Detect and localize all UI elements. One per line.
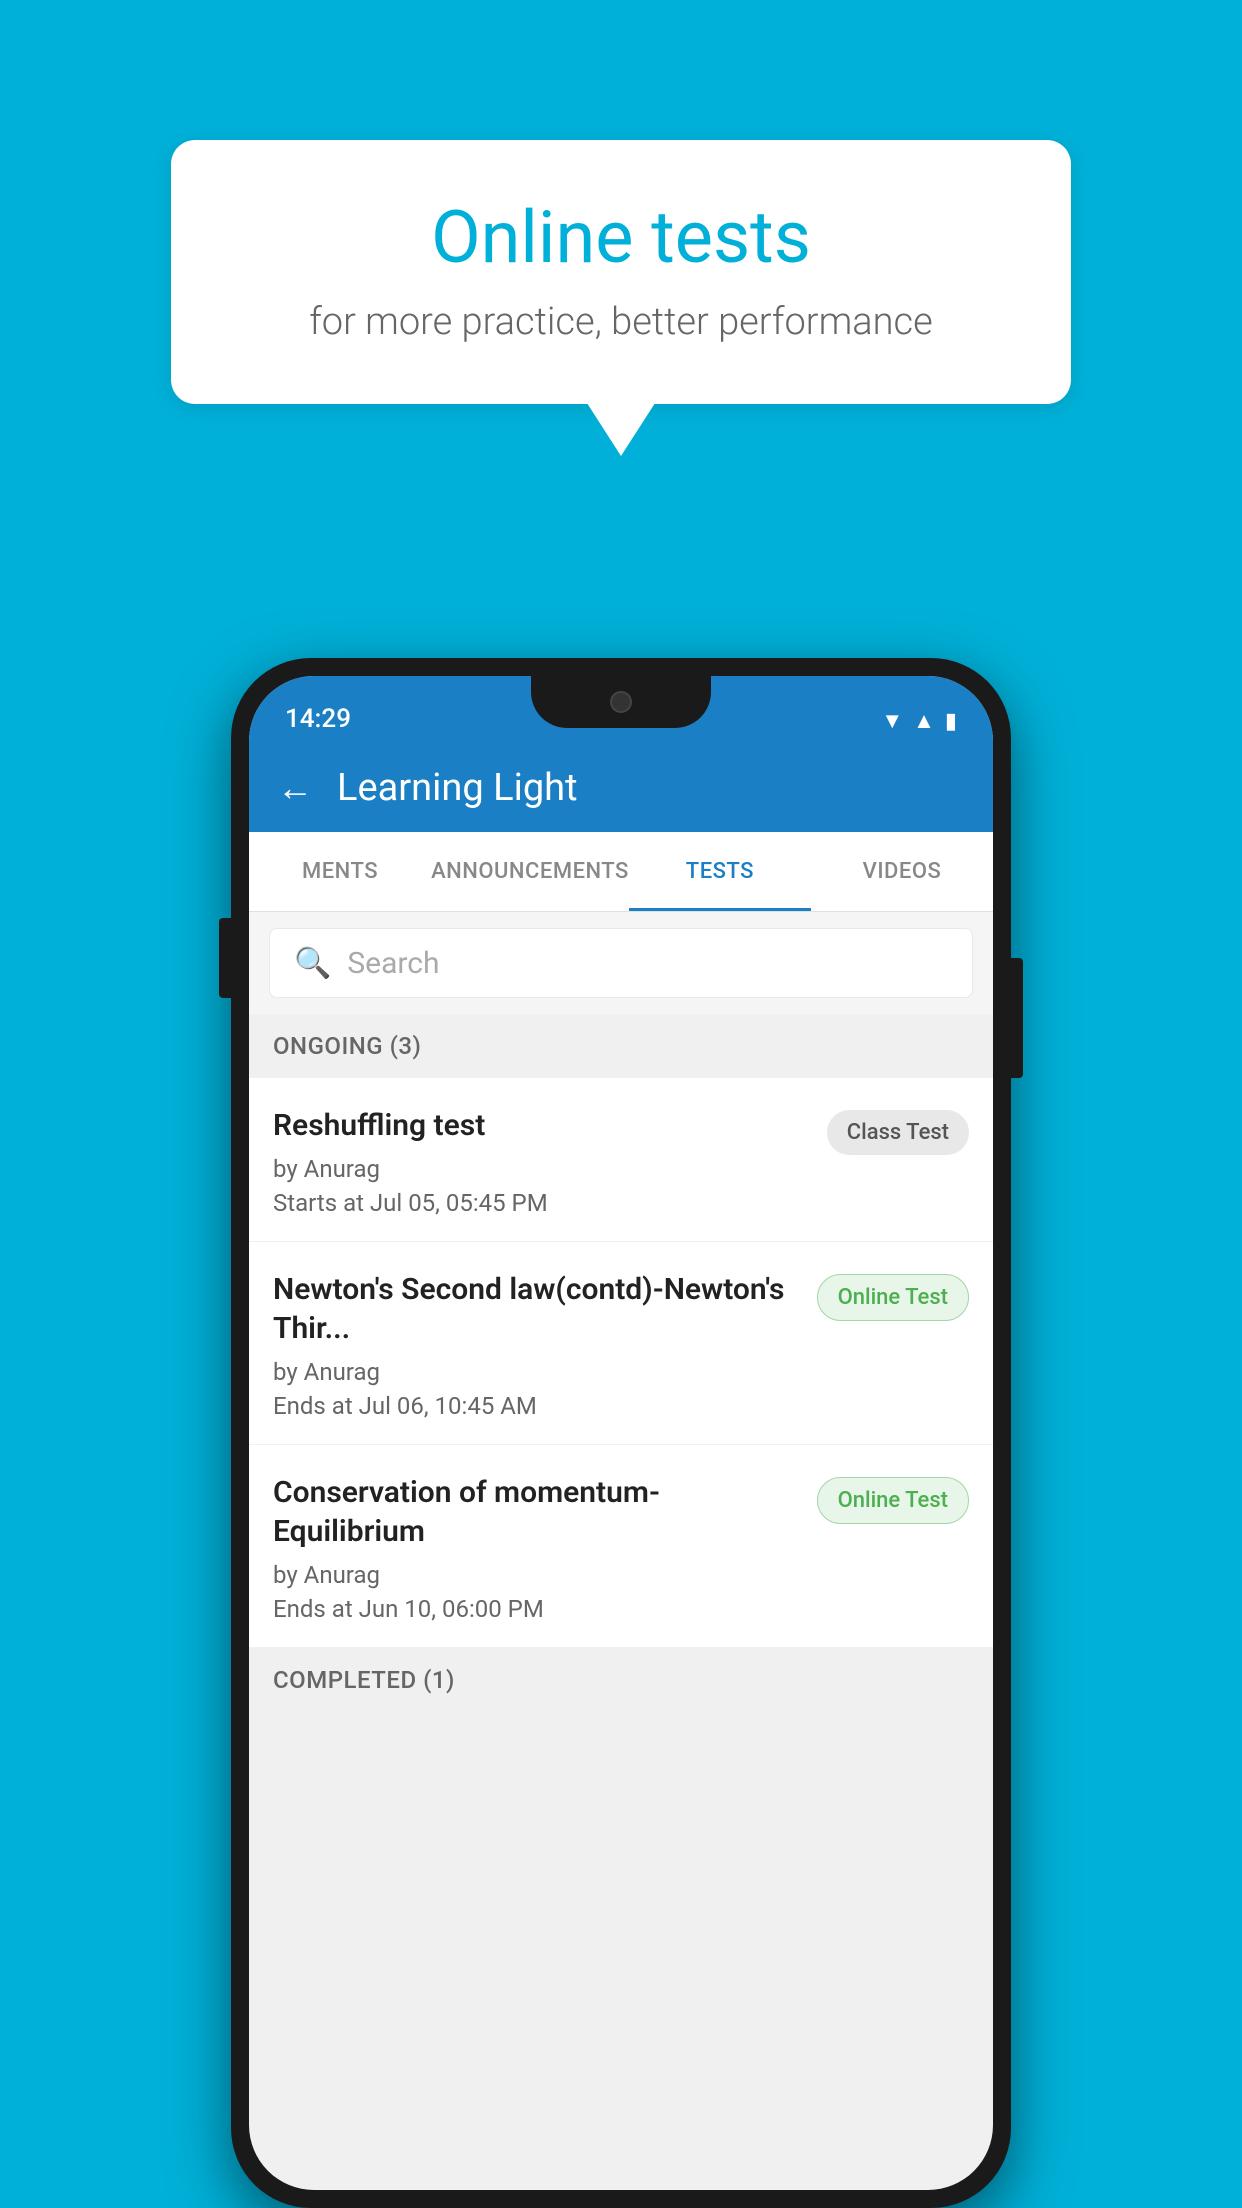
wifi-icon: ▼ <box>881 708 903 734</box>
search-icon: 🔍 <box>294 946 331 981</box>
bubble-title: Online tests <box>241 195 1001 280</box>
phone-screen: 14:29 ▼ ▲ ▮ ← Learning Light MENTS ANNOU… <box>249 676 993 2190</box>
completed-section-header: COMPLETED (1) <box>249 1648 993 1712</box>
test-item-newtons[interactable]: Newton's Second law(contd)-Newton's Thir… <box>249 1242 993 1445</box>
test-title-reshuffling: Reshuffling test <box>273 1106 811 1145</box>
tab-videos[interactable]: VIDEOS <box>811 832 993 911</box>
speech-bubble-container: Online tests for more practice, better p… <box>171 140 1071 404</box>
test-item-conservation[interactable]: Conservation of momentum-Equilibrium by … <box>249 1445 993 1648</box>
test-date-reshuffling: Starts at Jul 05, 05:45 PM <box>273 1189 811 1217</box>
test-title-newtons: Newton's Second law(contd)-Newton's Thir… <box>273 1270 801 1348</box>
search-container: 🔍 Search <box>249 912 993 1014</box>
test-author-conservation: by Anurag <box>273 1561 801 1589</box>
status-time: 14:29 <box>285 704 351 734</box>
test-title-conservation: Conservation of momentum-Equilibrium <box>273 1473 801 1551</box>
search-placeholder: Search <box>347 946 439 981</box>
battery-icon: ▮ <box>945 709 957 734</box>
camera-dot <box>610 691 632 713</box>
search-bar[interactable]: 🔍 Search <box>269 928 973 998</box>
test-badge-reshuffling: Class Test <box>827 1110 969 1155</box>
test-badge-newtons: Online Test <box>817 1274 969 1321</box>
ongoing-section-header: ONGOING (3) <box>249 1014 993 1078</box>
test-info-reshuffling: Reshuffling test by Anurag Starts at Jul… <box>273 1106 811 1217</box>
test-date-conservation: Ends at Jun 10, 06:00 PM <box>273 1595 801 1623</box>
test-info-newtons: Newton's Second law(contd)-Newton's Thir… <box>273 1270 801 1420</box>
phone-wrapper: 14:29 ▼ ▲ ▮ ← Learning Light MENTS ANNOU… <box>231 658 1011 2208</box>
test-item-reshuffling[interactable]: Reshuffling test by Anurag Starts at Jul… <box>249 1078 993 1242</box>
test-list: Reshuffling test by Anurag Starts at Jul… <box>249 1078 993 1648</box>
phone-notch <box>531 676 711 728</box>
test-badge-conservation: Online Test <box>817 1477 969 1524</box>
tab-ments[interactable]: MENTS <box>249 832 431 911</box>
app-header: ← Learning Light <box>249 744 993 832</box>
test-date-newtons: Ends at Jul 06, 10:45 AM <box>273 1392 801 1420</box>
phone-outer: 14:29 ▼ ▲ ▮ ← Learning Light MENTS ANNOU… <box>231 658 1011 2208</box>
bubble-subtitle: for more practice, better performance <box>241 300 1001 344</box>
tabs-container: MENTS ANNOUNCEMENTS TESTS VIDEOS <box>249 832 993 912</box>
tab-tests[interactable]: TESTS <box>629 832 811 911</box>
test-author-reshuffling: by Anurag <box>273 1155 811 1183</box>
app-title: Learning Light <box>337 766 578 810</box>
test-info-conservation: Conservation of momentum-Equilibrium by … <box>273 1473 801 1623</box>
status-icons: ▼ ▲ ▮ <box>881 708 957 734</box>
back-button[interactable]: ← <box>277 767 313 809</box>
test-author-newtons: by Anurag <box>273 1358 801 1386</box>
signal-icon: ▲ <box>913 708 935 734</box>
speech-bubble: Online tests for more practice, better p… <box>171 140 1071 404</box>
tab-announcements[interactable]: ANNOUNCEMENTS <box>431 832 629 911</box>
